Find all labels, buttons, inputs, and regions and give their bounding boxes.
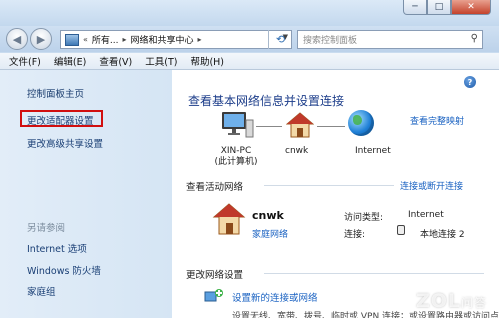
section-divider: [264, 185, 394, 186]
help-icon[interactable]: ?: [464, 76, 476, 88]
new-connection-icon: [204, 289, 223, 302]
active-networks-heading: 查看活动网络: [186, 182, 244, 193]
change-adapter-settings-link[interactable]: 更改适配器设置: [27, 113, 94, 127]
view-full-map-link[interactable]: 查看完整映射: [410, 114, 464, 127]
forward-button[interactable]: ▶: [30, 28, 52, 50]
menu-bar: 文件(F) 编辑(E) 查看(V) 工具(T) 帮助(H): [0, 53, 499, 70]
address-bar[interactable]: « 所有... ▸ 网络和共享中心 ▸ ▼: [60, 30, 292, 49]
window-controls: ─ □ ✕: [403, 0, 491, 15]
page-title: 查看基本网络信息并设置连接: [188, 94, 345, 108]
change-settings-heading: 更改网络设置: [186, 270, 244, 281]
homegroup-link[interactable]: 家庭组: [27, 284, 56, 298]
local-connection-icon: [397, 225, 405, 235]
active-network-name: cnwk: [252, 209, 284, 222]
breadcrumb-overflow[interactable]: «: [83, 35, 88, 44]
menu-tools[interactable]: 工具(T): [145, 54, 177, 68]
connection-line: [256, 126, 282, 127]
connect-disconnect-link[interactable]: 连接或断开连接: [400, 179, 463, 192]
menu-edit[interactable]: 编辑(E): [54, 54, 86, 68]
search-placeholder: 搜索控制面板: [303, 36, 358, 46]
refresh-button[interactable]: ⟲: [268, 30, 292, 49]
zol-watermark: ZOL问答: [416, 290, 487, 312]
change-advanced-sharing-link[interactable]: 更改高级共享设置: [27, 136, 103, 150]
breadcrumb-current[interactable]: 网络和共享中心: [131, 33, 194, 46]
content-area: 控制面板主页 更改适配器设置 更改高级共享设置 另请参阅 Internet 选项…: [0, 70, 499, 318]
navigation-bar: ◀ ▶ « 所有... ▸ 网络和共享中心 ▸ ▼ ⟲ 搜索控制面板 ⚲: [0, 26, 499, 52]
breadcrumb-arrow-icon[interactable]: ▸: [123, 35, 127, 44]
watermark-brand: ZOL: [415, 290, 461, 312]
local-connection-link[interactable]: 本地连接 2: [420, 227, 465, 240]
main-pane: ? 查看基本网络信息并设置连接 查看完整映射 XIN-PC (此计算机) cnw…: [172, 70, 499, 318]
control-panel-icon: [65, 33, 79, 46]
back-button[interactable]: ◀: [6, 28, 28, 50]
computer-icon: [222, 112, 254, 138]
network-label: cnwk: [285, 146, 309, 156]
menu-view[interactable]: 查看(V): [99, 54, 132, 68]
pc-sub: (此计算机): [214, 157, 258, 167]
title-bar: ─ □ ✕: [0, 0, 499, 26]
pc-label: XIN-PC (此计算机): [206, 146, 266, 168]
windows-firewall-link[interactable]: Windows 防火墙: [27, 263, 101, 277]
access-type-value: Internet: [408, 210, 444, 220]
see-also-heading: 另请参阅: [27, 223, 66, 234]
menu-file[interactable]: 文件(F): [9, 54, 41, 68]
search-icon[interactable]: ⚲: [471, 33, 478, 44]
maximize-button[interactable]: □: [427, 0, 451, 15]
internet-label: Internet: [355, 146, 391, 156]
breadcrumb-all[interactable]: 所有...: [92, 33, 119, 46]
breadcrumb-arrow-icon[interactable]: ▸: [198, 35, 202, 44]
section-divider: [264, 273, 484, 274]
connection-label: 连接:: [344, 230, 366, 240]
globe-icon: [348, 110, 374, 136]
search-input[interactable]: 搜索控制面板 ⚲: [297, 30, 483, 49]
pc-name: XIN-PC: [220, 146, 252, 156]
home-network-icon: [212, 203, 246, 235]
setup-connection-link[interactable]: 设置新的连接或网络: [232, 290, 318, 304]
access-type-label: 访问类型:: [344, 213, 384, 223]
minimize-button[interactable]: ─: [403, 0, 427, 15]
internet-options-link[interactable]: Internet 选项: [27, 241, 87, 255]
menu-help[interactable]: 帮助(H): [190, 54, 224, 68]
connection-line: [317, 126, 345, 127]
close-button[interactable]: ✕: [451, 0, 491, 15]
watermark-sub: 问答: [460, 296, 487, 310]
network-type-link[interactable]: 家庭网络: [252, 227, 288, 240]
house-network-icon: [286, 112, 314, 138]
left-task-pane: 控制面板主页 更改适配器设置 更改高级共享设置 另请参阅 Internet 选项…: [0, 70, 172, 318]
control-panel-home-link[interactable]: 控制面板主页: [27, 86, 84, 100]
